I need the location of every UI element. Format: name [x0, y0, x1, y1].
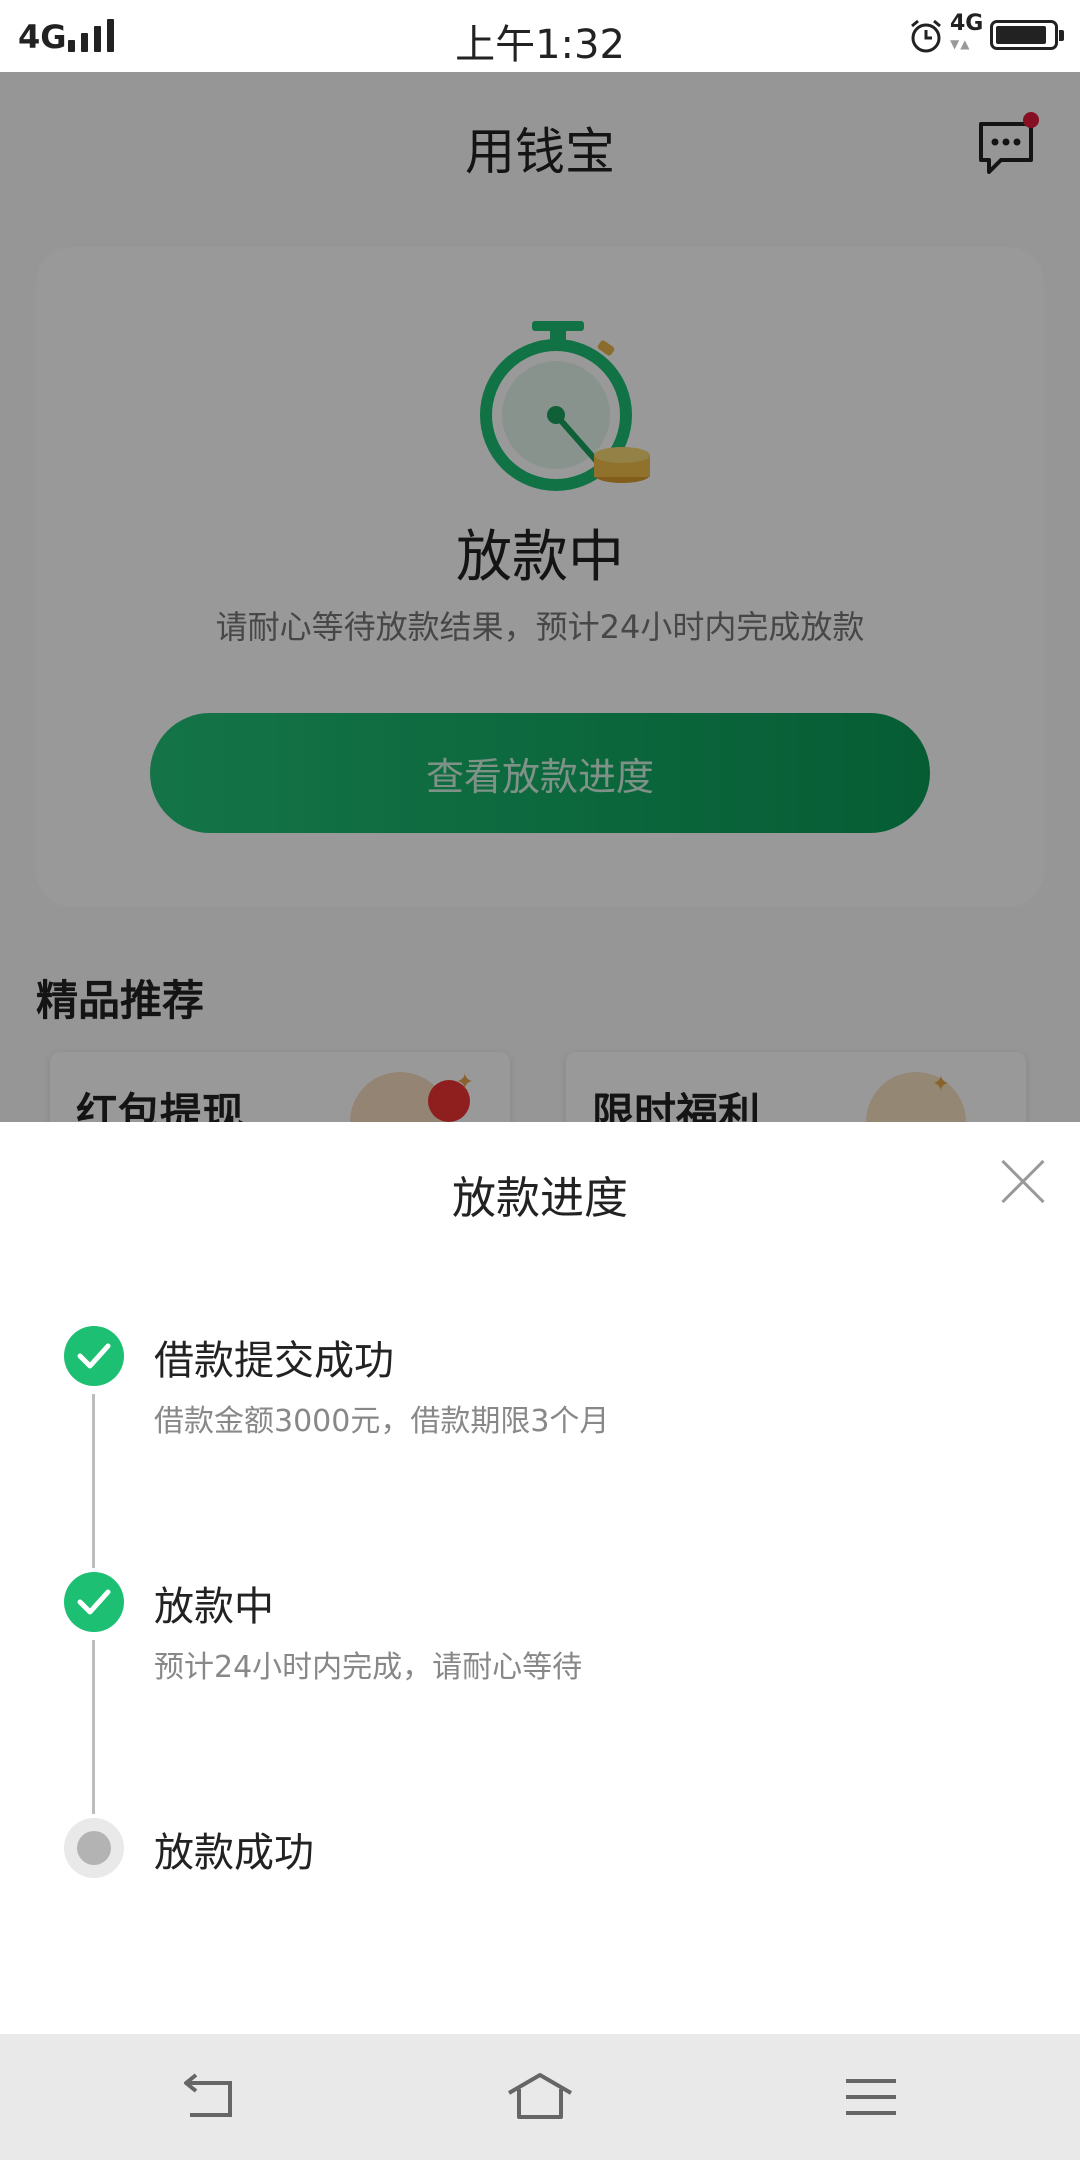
timeline-connector [92, 1640, 95, 1814]
menu-icon[interactable] [836, 2069, 906, 2125]
status-bar: 4G 上午1:32 4G ▼▲ [0, 0, 1080, 72]
step-title: 放款中 [154, 1584, 274, 1630]
network-type-secondary: 4G ▼▲ [950, 11, 984, 54]
step-title: 借款提交成功 [154, 1338, 394, 1384]
home-icon[interactable] [505, 2069, 575, 2125]
close-icon[interactable] [1000, 1158, 1046, 1204]
check-circle-icon [64, 1572, 124, 1632]
step-description: 借款金额3000元，借款期限3个月 [154, 1404, 610, 1439]
check-circle-icon [64, 1326, 124, 1386]
modal-backdrop[interactable] [0, 72, 1080, 1122]
system-nav-bar [0, 2034, 1080, 2160]
battery-fill [996, 26, 1047, 44]
timeline-connector [92, 1394, 95, 1568]
network-type-secondary-label: 4G [950, 11, 984, 36]
sheet-title: 放款进度 [452, 1173, 628, 1224]
battery-icon [990, 20, 1064, 50]
back-arrow-icon[interactable] [174, 2069, 244, 2125]
step-title: 放款成功 [154, 1830, 314, 1876]
alarm-icon [911, 19, 941, 53]
loan-progress-sheet: 放款进度 借款提交成功 借款金额3000元，借款期限3个月 放款中 预计24小时… [0, 1122, 1080, 2034]
pending-dot-icon [64, 1818, 124, 1878]
step-description: 预计24小时内完成，请耐心等待 [154, 1650, 583, 1685]
data-arrows-icon: ▼▲ [950, 37, 971, 51]
